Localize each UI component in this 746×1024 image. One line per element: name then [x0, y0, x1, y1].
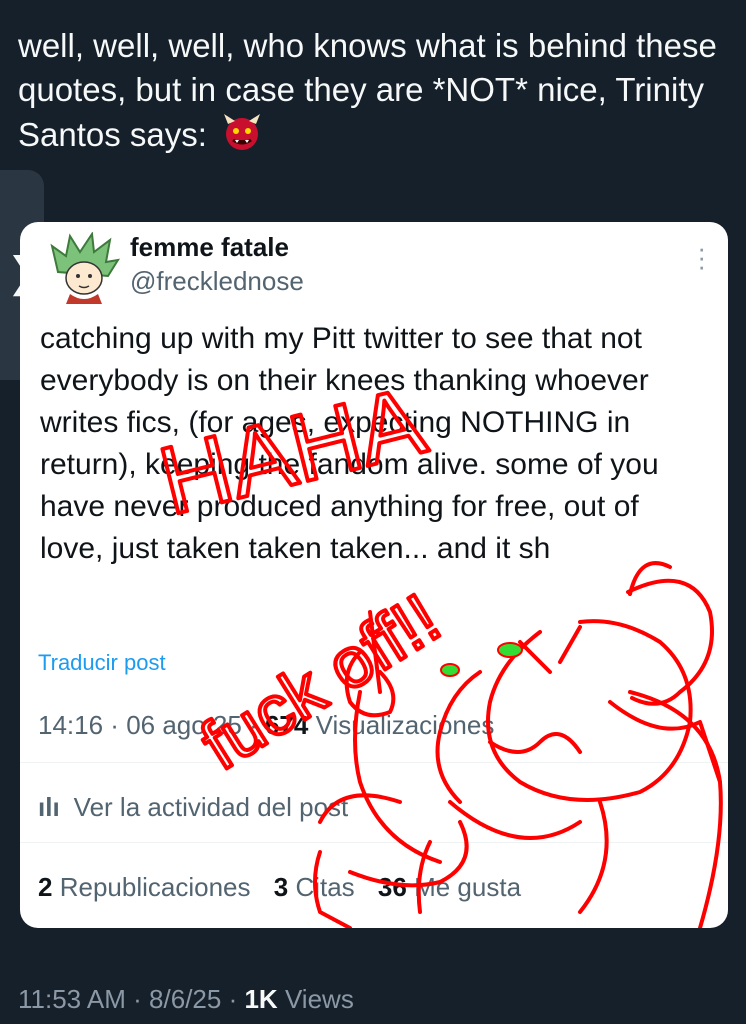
tweet-text: well, well, well, who knows what is behi… — [18, 24, 728, 157]
tweet-text-content: well, well, well, who knows what is behi… — [18, 27, 717, 153]
footer-date[interactable]: 8/6/25 — [149, 984, 221, 1014]
quoted-tweet-card[interactable]: femme fatale @frecklednose · · · catching … — [20, 222, 728, 928]
footer-views-count: 1K — [244, 984, 278, 1014]
tweet-footer: 11:53 AM · 8/6/25 · 1K Views — [18, 984, 354, 1014]
fuck-off-scribble-text: fuck off!! — [188, 579, 453, 785]
ogre-face-emoji-icon — [224, 114, 261, 150]
haha-scribble-text: HAHA — [150, 367, 435, 535]
footer-time[interactable]: 11:53 AM — [18, 984, 126, 1014]
footer-views-label: Views — [284, 984, 354, 1014]
red-scribble-drawing: HAHA fuck off!! — [148, 365, 723, 928]
